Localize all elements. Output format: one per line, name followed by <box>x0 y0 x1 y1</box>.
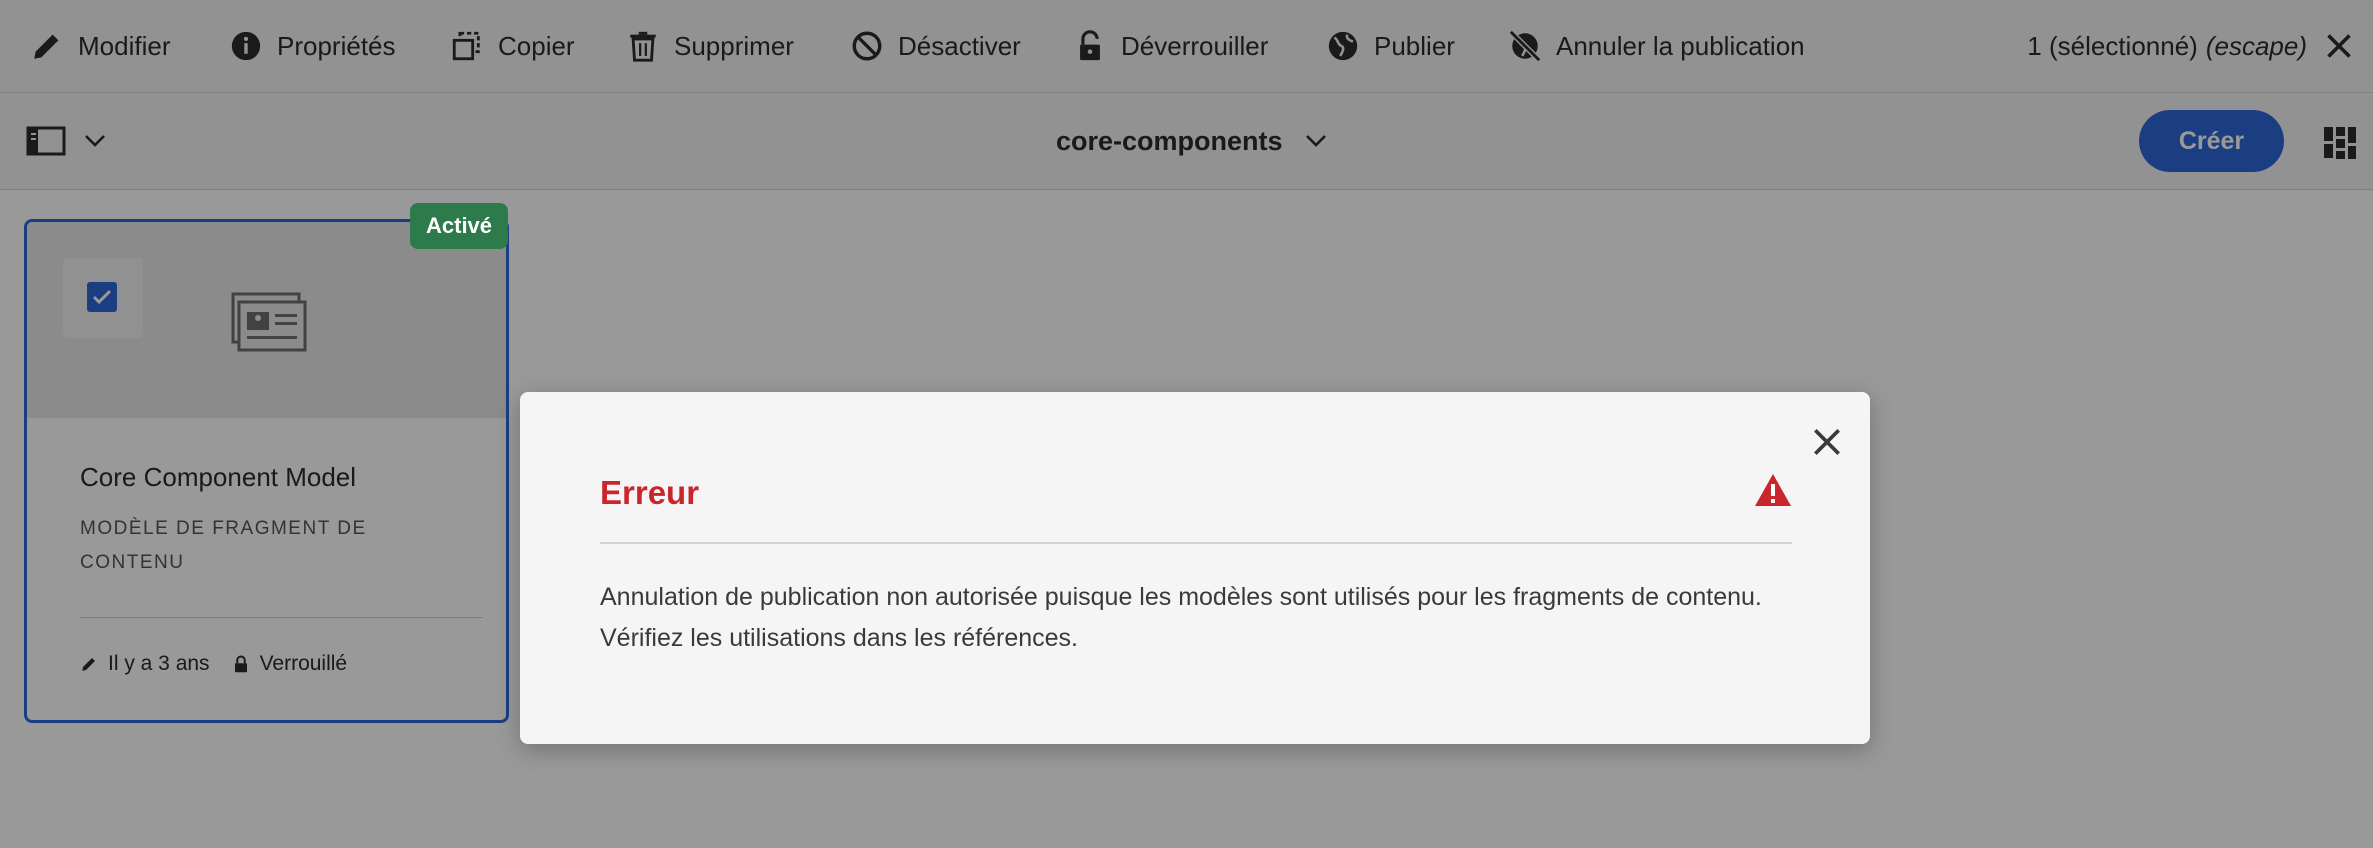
dialog-message-line: Annulation de publication non autorisée … <box>600 583 1762 611</box>
dialog-divider <box>600 542 1792 544</box>
dialog-message: Annulation de publication non autorisée … <box>600 577 1800 659</box>
alert-icon <box>1755 474 1791 506</box>
error-dialog: Erreur Annulation de publication non aut… <box>520 392 1870 744</box>
dialog-title: Erreur <box>600 474 700 511</box>
dialog-message-line: Vérifiez les utilisations dans les référ… <box>600 624 1079 652</box>
close-icon[interactable] <box>1807 422 1847 462</box>
status-badge: Activé <box>410 203 509 249</box>
